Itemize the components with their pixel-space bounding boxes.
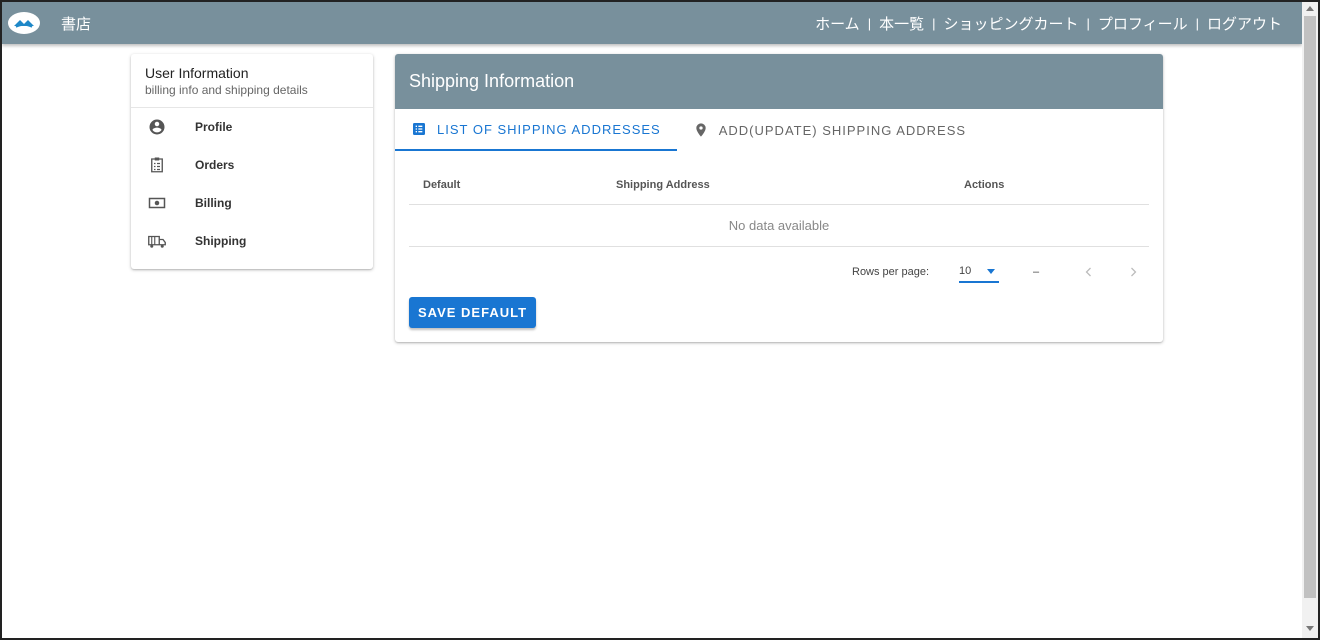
page-range-text: – [1033, 266, 1040, 278]
nav-profile[interactable]: プロフィール [1098, 13, 1188, 34]
page-scrollbar[interactable] [1302, 2, 1318, 638]
account-circle-icon [147, 117, 167, 137]
tab-add-update-shipping-address[interactable]: Add(Update) shipping address [677, 109, 982, 151]
table-header: Default Shipping Address Actions [409, 165, 1149, 205]
sidebar-header: User Information billing info and shippi… [131, 54, 373, 108]
chevron-left-icon [1085, 267, 1092, 277]
sidebar-item-label: Shipping [195, 234, 247, 248]
rows-per-page-value: 10 [959, 265, 972, 277]
sidebar-title: User Information [145, 65, 249, 81]
sidebar-item-profile[interactable]: Profile [131, 108, 373, 146]
nav-shopping-cart[interactable]: ショッピングカート [943, 13, 1078, 34]
top-nav: ホーム | 本一覧 | ショッピングカート | プロフィール | ログアウト [815, 13, 1282, 34]
card-title: Shipping Information [395, 54, 1163, 109]
brand-title[interactable]: 書店 [61, 13, 91, 34]
nav-separator: | [1086, 15, 1090, 31]
tab-list-shipping-addresses[interactable]: List of shipping addresses [395, 109, 677, 151]
tab-bar: List of shipping addresses Add(Update) s… [395, 109, 1163, 151]
nav-separator: | [932, 15, 936, 31]
caret-down-icon [987, 268, 996, 274]
nav-separator: | [867, 15, 872, 31]
list-icon [411, 121, 427, 137]
map-marker-icon [693, 122, 709, 138]
sidebar-item-billing[interactable]: Billing [131, 184, 373, 222]
scroll-thumb[interactable] [1304, 16, 1316, 598]
rows-per-page-select[interactable]: 10 [959, 261, 1000, 283]
logo-icon[interactable] [8, 12, 40, 34]
prev-page-button[interactable] [1079, 262, 1099, 282]
column-header-actions: Actions [964, 178, 1005, 191]
sidebar-item-shipping[interactable]: Shipping [131, 222, 373, 260]
table-footer: Rows per page: 10 – [409, 247, 1149, 297]
column-header-shipping-address[interactable]: Shipping Address [602, 179, 950, 191]
shipping-info-card: Shipping Information List of shipping ad… [395, 54, 1163, 342]
sidebar-item-label: Orders [195, 158, 235, 172]
nav-book-list[interactable]: 本一覧 [879, 13, 924, 34]
sidebar-item-orders[interactable]: Orders [131, 146, 373, 184]
user-info-sidebar: User Information billing info and shippi… [131, 54, 373, 269]
shipping-address-table: Default Shipping Address Actions No data… [409, 165, 1149, 297]
truck-icon [147, 231, 167, 251]
empty-table-message: No data available [409, 205, 1149, 247]
sidebar-subtitle: billing info and shipping details [145, 83, 308, 97]
column-header-default[interactable]: Default [409, 179, 602, 191]
chevron-right-icon [1131, 267, 1137, 277]
nav-logout[interactable]: ログアウト [1207, 13, 1282, 34]
tab-label: Add(Update) shipping address [718, 122, 967, 138]
sidebar-item-label: Billing [195, 196, 232, 210]
next-page-button[interactable] [1123, 262, 1143, 282]
tab-label: List of shipping addresses [437, 121, 661, 137]
rows-per-page-label: Rows per page: [852, 266, 930, 278]
save-default-button[interactable]: Save Default [409, 297, 536, 328]
cash-icon [147, 193, 167, 213]
scroll-up-arrow-icon[interactable] [1306, 6, 1314, 11]
scroll-down-arrow-icon[interactable] [1306, 626, 1314, 631]
nav-home[interactable]: ホーム [815, 13, 860, 34]
nav-separator: | [1195, 15, 1199, 31]
clipboard-list-icon [147, 155, 167, 175]
sidebar-item-label: Profile [195, 120, 233, 134]
top-app-bar: 書店 ホーム | 本一覧 | ショッピングカート | プロフィール | ログアウ… [2, 2, 1302, 44]
